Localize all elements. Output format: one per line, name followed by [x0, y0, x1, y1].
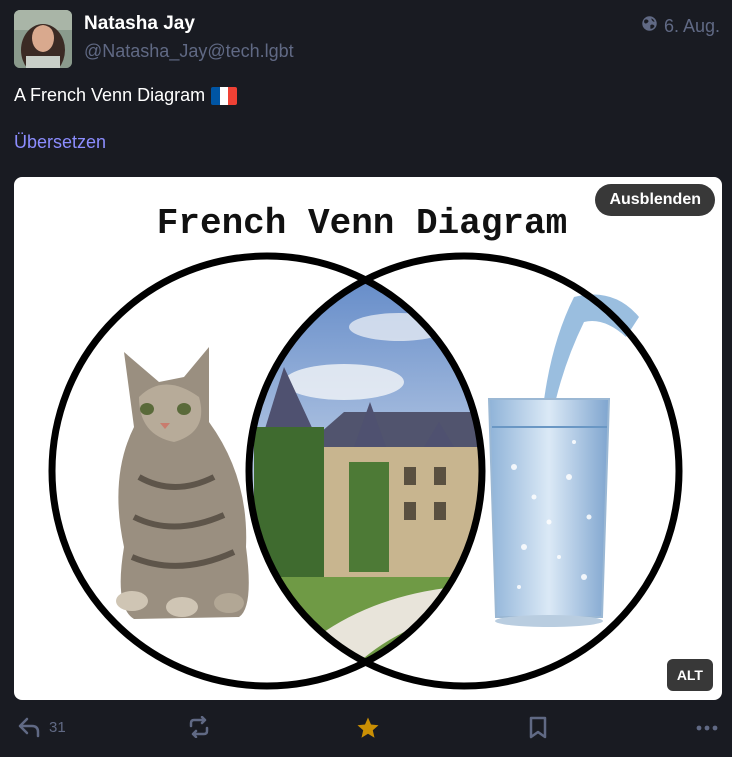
post-text: A French Venn Diagram	[14, 85, 206, 105]
post-date[interactable]: 6. Aug.	[664, 16, 720, 37]
avatar[interactable]	[14, 10, 72, 68]
globe-icon	[641, 15, 658, 37]
water-glass-picture	[487, 294, 639, 627]
more-button[interactable]	[695, 716, 719, 740]
reply-count: 31	[49, 718, 66, 736]
media-attachment[interactable]: French Venn Diagram Ausblenden ALT	[14, 177, 722, 700]
reply-icon	[17, 716, 41, 738]
post-content: A French Venn Diagram	[14, 85, 238, 106]
translate-link[interactable]: Übersetzen	[14, 132, 106, 153]
boost-button[interactable]	[187, 716, 211, 738]
castle-picture	[249, 257, 482, 686]
bookmark-button[interactable]	[528, 716, 548, 740]
flag-france-emoji	[211, 86, 238, 105]
cat-picture	[116, 347, 249, 619]
action-bar: 31	[0, 716, 732, 756]
post-meta: 6. Aug.	[641, 15, 720, 37]
hide-media-button[interactable]: Ausblenden	[595, 184, 715, 216]
alt-text-badge[interactable]: ALT	[666, 659, 713, 691]
venn-diagram-image: French Venn Diagram	[48, 203, 683, 690]
boost-icon	[187, 716, 211, 738]
favourite-button[interactable]	[356, 716, 380, 740]
display-name[interactable]: Natasha Jay	[84, 13, 195, 35]
more-icon	[695, 716, 719, 740]
favourite-icon	[356, 716, 380, 740]
bookmark-icon	[528, 716, 548, 740]
image-title: French Venn Diagram	[157, 203, 567, 244]
account-handle[interactable]: @Natasha_Jay@tech.lgbt	[84, 41, 294, 62]
reply-button[interactable]: 31	[17, 716, 66, 738]
